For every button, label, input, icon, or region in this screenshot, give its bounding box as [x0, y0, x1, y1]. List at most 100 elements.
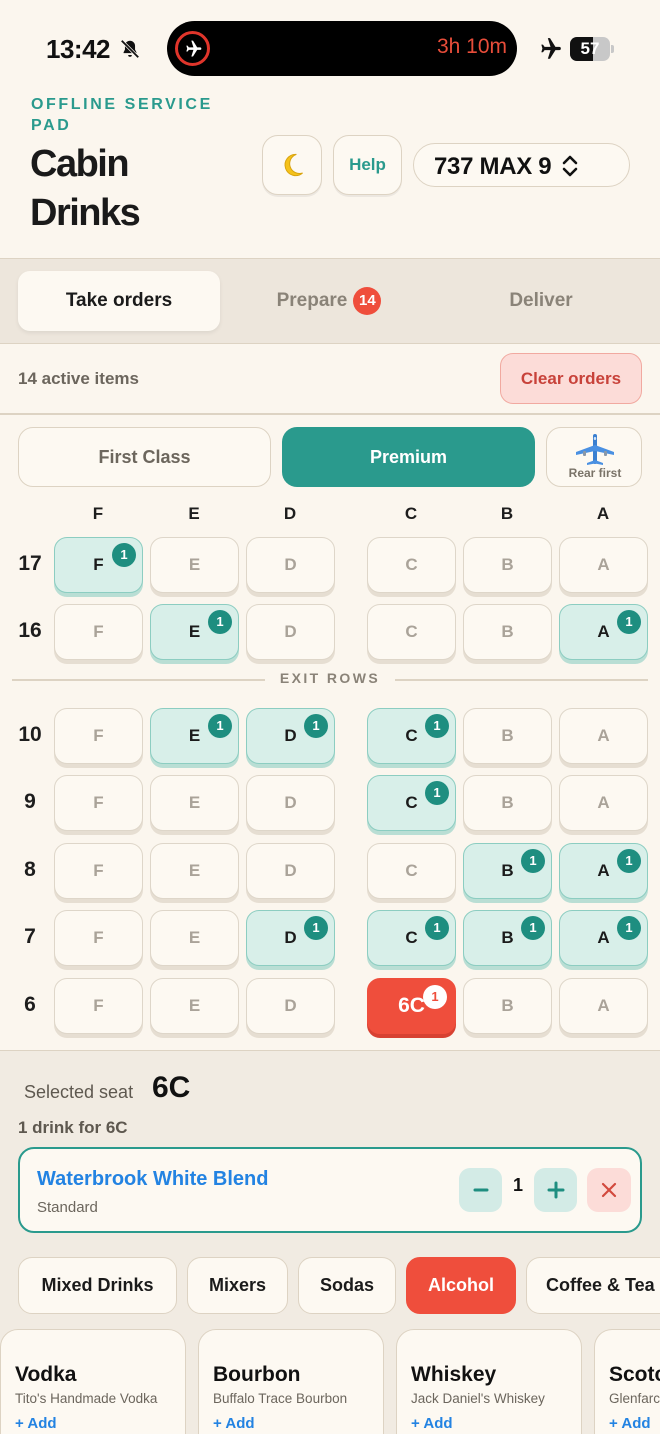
- category-sodas[interactable]: Sodas: [298, 1257, 396, 1314]
- seat-6e[interactable]: E: [150, 978, 239, 1034]
- tab-deliver[interactable]: Deliver: [440, 271, 642, 331]
- tab-label: Prepare: [276, 290, 348, 311]
- seat-7c[interactable]: C1: [367, 910, 456, 966]
- seat-order-badge: 1: [208, 610, 232, 634]
- seat-order-badge: 1: [425, 916, 449, 940]
- seat-7d[interactable]: D1: [246, 910, 335, 966]
- product-card-whiskey[interactable]: Whiskey Jack Daniel's Whiskey + Add: [396, 1329, 582, 1434]
- seat-label: A: [597, 996, 610, 1015]
- flight-activity-icon: [175, 31, 210, 66]
- seat-6d[interactable]: D: [246, 978, 335, 1034]
- seat-10f[interactable]: F: [54, 708, 143, 764]
- product-name: Whiskey: [411, 1363, 497, 1386]
- help-button[interactable]: Help: [333, 135, 402, 195]
- product-card-vodka[interactable]: Vodka Tito's Handmade Vodka + Add: [0, 1329, 186, 1434]
- divider: [0, 413, 660, 415]
- seat-order-badge: 1: [304, 916, 328, 940]
- seat-9e[interactable]: E: [150, 775, 239, 831]
- tab-take-orders[interactable]: Take orders: [18, 271, 220, 331]
- rear-first-button[interactable]: Rear first: [546, 427, 642, 487]
- cabin-first-class-button[interactable]: First Class: [18, 427, 271, 487]
- seat-16e[interactable]: E1: [150, 604, 239, 660]
- seat-10a[interactable]: A: [559, 708, 648, 764]
- seat-17b[interactable]: B: [463, 537, 552, 593]
- dark-mode-button[interactable]: [262, 135, 322, 195]
- decrease-quantity-button[interactable]: [459, 1168, 502, 1212]
- product-brand: Tito's Handmade Vodka: [15, 1391, 158, 1406]
- row-number-7: 7: [24, 925, 36, 948]
- aircraft-select[interactable]: 737 MAX 9: [413, 143, 630, 187]
- seat-label: F: [93, 861, 104, 880]
- add-product-button[interactable]: + Add: [15, 1415, 57, 1432]
- seat-7e[interactable]: E: [150, 910, 239, 966]
- product-card-bourbon[interactable]: Bourbon Buffalo Trace Bourbon + Add: [198, 1329, 384, 1434]
- product-brand: Jack Daniel's Whiskey: [411, 1391, 545, 1406]
- row-number-17: 17: [18, 552, 42, 575]
- category-mixed-drinks[interactable]: Mixed Drinks: [18, 1257, 177, 1314]
- column-header-e: E: [188, 504, 200, 523]
- seat-label: F: [93, 726, 104, 745]
- seat-label: B: [501, 622, 514, 641]
- seat-8c[interactable]: C: [367, 843, 456, 899]
- seat-8d[interactable]: D: [246, 843, 335, 899]
- seat-label: E: [188, 861, 201, 880]
- seat-10d[interactable]: D1: [246, 708, 335, 764]
- add-product-button[interactable]: + Add: [411, 1415, 453, 1432]
- seat-6c[interactable]: 6C 1: [367, 978, 456, 1034]
- order-line-item[interactable]: Waterbrook White Blend Standard 1: [18, 1147, 642, 1233]
- plus-icon: [547, 1181, 564, 1199]
- seat-16d[interactable]: D: [246, 604, 335, 660]
- seat-label: A: [597, 928, 610, 947]
- seat-10b[interactable]: B: [463, 708, 552, 764]
- seat-16f[interactable]: F: [54, 604, 143, 660]
- column-header-c: C: [404, 504, 418, 523]
- seat-label: B: [501, 793, 514, 812]
- seat-6a[interactable]: A: [559, 978, 648, 1034]
- seat-label: E: [188, 793, 201, 812]
- seat-order-badge: 1: [617, 849, 641, 873]
- seat-label: E: [188, 622, 201, 641]
- seat-8b[interactable]: B1: [463, 843, 552, 899]
- seat-8f[interactable]: F: [54, 843, 143, 899]
- seat-9d[interactable]: D: [246, 775, 335, 831]
- seat-16a[interactable]: A1: [559, 604, 648, 660]
- seat-17c[interactable]: C: [367, 537, 456, 593]
- add-product-button[interactable]: + Add: [213, 1415, 255, 1432]
- seat-6b[interactable]: B: [463, 978, 552, 1034]
- seat-16b[interactable]: B: [463, 604, 552, 660]
- seat-9f[interactable]: F: [54, 775, 143, 831]
- seat-10c[interactable]: C1: [367, 708, 456, 764]
- tab-prepare[interactable]: Prepare 14: [228, 271, 430, 331]
- seat-7a[interactable]: A1: [559, 910, 648, 966]
- cabin-premium-button[interactable]: Premium: [282, 427, 535, 487]
- product-card-scotch[interactable]: Scotch Glenfarclas + Add: [594, 1329, 660, 1434]
- seat-label: B: [501, 555, 514, 574]
- category-alcohol[interactable]: Alcohol: [406, 1257, 516, 1314]
- seat-7b[interactable]: B1: [463, 910, 552, 966]
- quantity-value: 1: [512, 1175, 523, 1195]
- seat-10e[interactable]: E1: [150, 708, 239, 764]
- prepare-count-badge: 14: [353, 287, 382, 315]
- category-coffee-tea[interactable]: Coffee & Tea: [526, 1257, 660, 1314]
- seat-8a[interactable]: A1: [559, 843, 648, 899]
- clear-orders-button[interactable]: Clear orders: [500, 353, 642, 404]
- seat-9c[interactable]: C1: [367, 775, 456, 831]
- category-mixers[interactable]: Mixers: [187, 1257, 288, 1314]
- seat-9b[interactable]: B: [463, 775, 552, 831]
- seat-7f[interactable]: F: [54, 910, 143, 966]
- remove-item-button[interactable]: [587, 1168, 631, 1212]
- seat-17f[interactable]: F1: [54, 537, 143, 593]
- seat-9a[interactable]: A: [559, 775, 648, 831]
- seat-16c[interactable]: C: [367, 604, 456, 660]
- seat-17e[interactable]: E: [150, 537, 239, 593]
- seat-label: D: [284, 996, 297, 1015]
- add-product-button[interactable]: + Add: [609, 1415, 651, 1432]
- page-title: Cabin Drinks: [30, 143, 141, 234]
- seat-6f[interactable]: F: [54, 978, 143, 1034]
- airplane-rear-icon: [576, 434, 614, 465]
- increase-quantity-button[interactable]: [534, 1168, 577, 1212]
- seat-17a[interactable]: A: [559, 537, 648, 593]
- seat-17d[interactable]: D: [246, 537, 335, 593]
- seat-label: A: [597, 793, 610, 812]
- seat-8e[interactable]: E: [150, 843, 239, 899]
